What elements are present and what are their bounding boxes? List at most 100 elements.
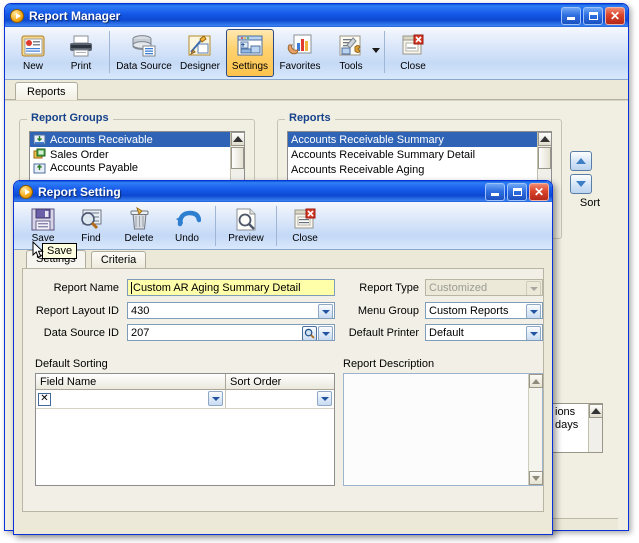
report-description-scrollbar[interactable] bbox=[528, 374, 543, 485]
scroll-up-icon[interactable] bbox=[231, 132, 244, 146]
report-layout-id-dropdown-button[interactable] bbox=[318, 304, 333, 318]
data-source-id-search-button[interactable] bbox=[302, 326, 317, 340]
toolbar-close-button[interactable]: === Close bbox=[389, 29, 437, 77]
dialog-minimize-button[interactable] bbox=[485, 182, 505, 201]
tab-reports[interactable]: Reports bbox=[15, 82, 78, 100]
close-document-icon: === bbox=[399, 33, 427, 59]
chevron-down-icon bbox=[321, 331, 330, 336]
scroll-up-icon[interactable] bbox=[589, 404, 603, 418]
favorites-hand-icon bbox=[286, 33, 314, 59]
dialog-undo-label: Undo bbox=[175, 233, 199, 244]
list-item[interactable]: Accounts Receivable Summary Detail bbox=[288, 147, 551, 162]
scroll-down-icon[interactable] bbox=[529, 471, 543, 485]
dialog-preview-button[interactable]: Preview bbox=[220, 204, 272, 248]
toolbar-new-button[interactable]: New bbox=[9, 29, 57, 77]
dialog-find-label: Find bbox=[81, 233, 101, 244]
default-printer-label: Default Printer bbox=[348, 327, 419, 339]
toolbar-separator bbox=[109, 31, 110, 73]
toolbar-settings-button[interactable]: Settings bbox=[226, 29, 274, 77]
menu-group-value: Custom Reports bbox=[429, 304, 509, 317]
trash-delete-icon bbox=[125, 206, 153, 232]
minimize-icon bbox=[567, 17, 575, 20]
menu-group-input[interactable]: Custom Reports bbox=[425, 302, 543, 319]
dialog-close-toolbar-label: Close bbox=[292, 233, 318, 244]
minimize-button[interactable] bbox=[561, 6, 581, 25]
text-caret bbox=[131, 281, 132, 294]
menu-group-label: Menu Group bbox=[357, 305, 419, 317]
maximize-button[interactable] bbox=[583, 6, 603, 25]
chevron-down-icon bbox=[529, 331, 538, 336]
play-circle-icon bbox=[19, 184, 33, 199]
sort-up-icon bbox=[576, 158, 586, 164]
toolbar-print-button[interactable]: Print bbox=[57, 29, 105, 77]
tab-criteria[interactable]: Criteria bbox=[90, 251, 147, 268]
default-printer-dropdown-button[interactable] bbox=[526, 326, 541, 340]
column-header-sort-order[interactable]: Sort Order bbox=[226, 374, 334, 389]
bg-fragment-2: days bbox=[555, 419, 579, 431]
scroll-up-icon[interactable] bbox=[538, 132, 551, 146]
scrollbar-thumb[interactable] bbox=[231, 147, 244, 169]
report-layout-id-value: 430 bbox=[131, 304, 150, 317]
dialog-undo-button[interactable]: Undo bbox=[163, 204, 211, 248]
data-source-id-input[interactable]: 207 bbox=[127, 324, 335, 341]
dialog-close-button[interactable]: ✕ bbox=[529, 182, 549, 201]
list-item[interactable]: Sales Order bbox=[30, 147, 244, 162]
list-item-label: Accounts Receivable Summary Detail bbox=[291, 148, 476, 161]
maximize-icon bbox=[512, 187, 522, 196]
so-group-icon bbox=[33, 148, 46, 161]
report-type-label: Report Type bbox=[359, 282, 419, 294]
list-item[interactable]: Accounts Receivable Summary bbox=[288, 132, 551, 147]
play-circle-icon bbox=[10, 8, 24, 23]
dialog-maximize-button[interactable] bbox=[507, 182, 527, 201]
row-marker-icon[interactable]: ✕ bbox=[38, 392, 51, 406]
column-header-field-name[interactable]: Field Name bbox=[36, 374, 226, 389]
dialog-window-controls: ✕ bbox=[485, 182, 549, 201]
sort-up-button[interactable] bbox=[570, 151, 592, 171]
dialog-find-button[interactable]: Find bbox=[67, 204, 115, 248]
report-groups-legend: Report Groups bbox=[27, 112, 113, 124]
dialog-toolbar-separator-2 bbox=[276, 206, 277, 246]
report-name-input[interactable]: Custom AR Aging Summary Detail bbox=[127, 279, 335, 296]
default-sorting-grid[interactable]: Field Name Sort Order ✕ bbox=[35, 373, 335, 486]
scroll-up-icon[interactable] bbox=[529, 374, 543, 388]
default-printer-input[interactable]: Default bbox=[425, 324, 543, 341]
ar-group-icon bbox=[33, 133, 46, 146]
sort-down-button[interactable] bbox=[570, 174, 592, 194]
dialog-close-toolbar-button[interactable]: Close bbox=[281, 204, 329, 248]
toolbar-close-label: Close bbox=[400, 61, 426, 72]
find-magnifier-icon bbox=[77, 206, 105, 232]
table-row[interactable]: ✕ bbox=[36, 390, 334, 409]
sort-pane: Sort bbox=[570, 151, 610, 209]
cell-field-name[interactable]: ✕ bbox=[36, 390, 226, 408]
dialog-delete-button[interactable]: Delete bbox=[115, 204, 163, 248]
list-item[interactable]: Accounts Payable bbox=[30, 162, 244, 174]
scrollbar-thumb[interactable] bbox=[538, 147, 551, 169]
toolbar-tools-button[interactable]: Tools bbox=[326, 29, 376, 77]
chevron-down-icon bbox=[529, 309, 538, 314]
dialog-delete-label: Delete bbox=[124, 233, 154, 244]
cell-sort-order[interactable] bbox=[226, 390, 334, 408]
sort-order-dropdown-button[interactable] bbox=[317, 391, 332, 406]
close-button[interactable]: ✕ bbox=[605, 6, 625, 25]
toolbar-separator-2 bbox=[384, 31, 385, 73]
toolbar-designer-button[interactable]: Designer bbox=[174, 29, 226, 77]
report-description-textarea[interactable] bbox=[343, 373, 543, 486]
bg-fragment-1: ions bbox=[555, 406, 576, 418]
menu-group-dropdown-button[interactable] bbox=[526, 304, 541, 318]
toolbar-favorites-label: Favorites bbox=[279, 61, 321, 72]
data-source-id-dropdown-button[interactable] bbox=[318, 326, 333, 340]
field-name-dropdown-button[interactable] bbox=[208, 391, 223, 406]
toolbar-favorites-button[interactable]: Favorites bbox=[274, 29, 326, 77]
list-item[interactable]: Accounts Receivable Aging bbox=[288, 162, 551, 177]
chevron-down-icon bbox=[320, 396, 329, 401]
sort-label: Sort bbox=[579, 197, 601, 209]
list-item[interactable]: Accounts Receivable bbox=[30, 132, 244, 147]
screen-root: Report Manager ✕ New Print Data Source D… bbox=[0, 0, 639, 543]
sort-down-icon bbox=[576, 181, 586, 187]
list-item-label: Accounts Receivable Summary bbox=[291, 133, 444, 146]
toolbar-data-source-button[interactable]: Data Source bbox=[114, 29, 174, 77]
floppy-save-icon bbox=[29, 206, 57, 232]
background-fragment-panel: ions days bbox=[551, 403, 603, 453]
background-fragment-scrollbar[interactable] bbox=[588, 404, 603, 452]
report-layout-id-input[interactable]: 430 bbox=[127, 302, 335, 319]
